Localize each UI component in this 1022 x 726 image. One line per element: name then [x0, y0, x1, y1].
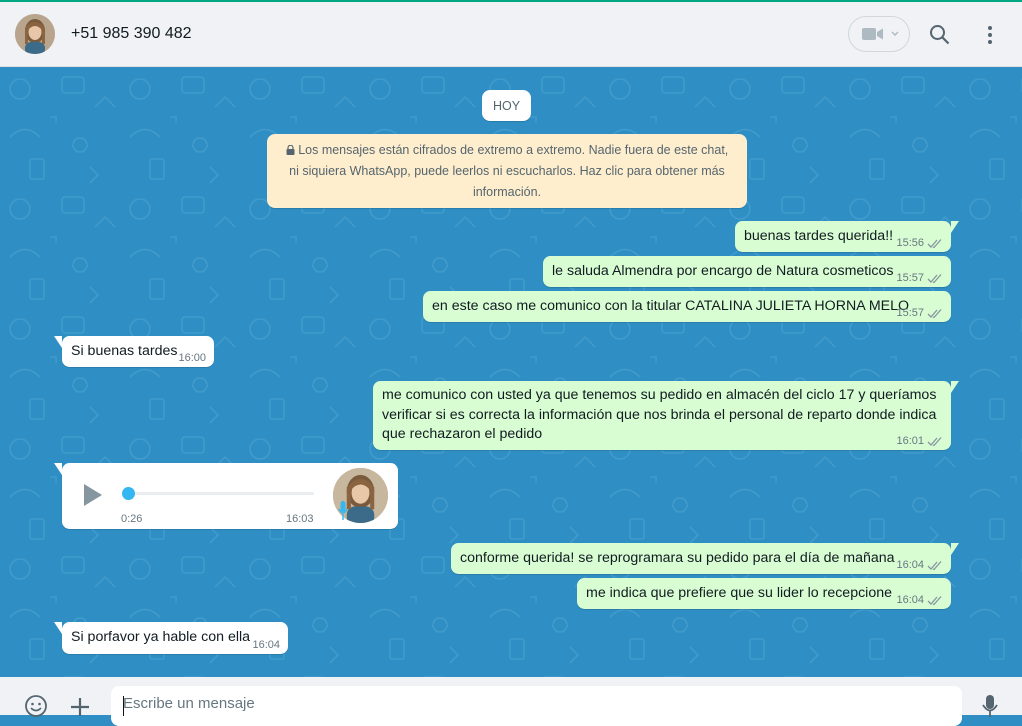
bubble-tail: [951, 543, 959, 555]
composer-bar: [0, 677, 1022, 726]
voice-message[interactable]: 0:26 16:03: [54, 463, 398, 529]
message-meta: 15:57: [896, 307, 943, 319]
message-incoming[interactable]: Si porfavor ya hable con ella 16:04: [54, 622, 288, 654]
message-time: 15:56: [896, 237, 924, 249]
voice-progress-handle[interactable]: [122, 487, 135, 500]
message-time: 16:01: [896, 435, 924, 447]
message-time: 16:04: [896, 594, 924, 606]
video-call-button[interactable]: [848, 16, 910, 52]
bubble-tail: [951, 221, 959, 233]
message-time: 15:57: [896, 272, 924, 284]
message-text: me comunico con usted ya que tenemos su …: [382, 387, 937, 442]
chat-header: +51 985 390 482: [0, 2, 1022, 67]
message-text: conforme querida! se reprogramara su ped…: [460, 550, 895, 566]
lock-icon: [286, 144, 295, 155]
message-incoming[interactable]: Si buenas tardes 16:00: [54, 336, 214, 367]
bubble-tail: [54, 463, 62, 475]
microphone-icon[interactable]: [981, 694, 999, 718]
message-input[interactable]: [123, 695, 923, 712]
message-meta: 16:04: [896, 594, 943, 606]
message-outgoing[interactable]: conforme querida! se reprogramara su ped…: [451, 543, 959, 574]
bubble-tail: [951, 381, 959, 393]
message-time: 16:04: [252, 639, 280, 651]
double-check-icon: [927, 308, 942, 318]
message-time: 16:00: [178, 352, 206, 364]
emoji-icon[interactable]: [24, 694, 48, 718]
menu-dots-icon[interactable]: [986, 25, 994, 45]
voice-duration: 0:26: [121, 513, 143, 525]
message-input-box[interactable]: [111, 686, 962, 726]
play-icon[interactable]: [82, 483, 104, 507]
message-outgoing[interactable]: buenas tardes querida!! 15:56: [735, 221, 959, 252]
message-meta: 16:04: [252, 639, 280, 651]
chevron-down-icon: [891, 31, 899, 36]
message-time: 15:57: [896, 307, 924, 319]
contact-avatar[interactable]: [15, 14, 55, 54]
double-check-icon: [927, 560, 942, 570]
message-outgoing[interactable]: en este caso me comunico con la titular …: [423, 291, 951, 322]
message-outgoing[interactable]: le saluda Almendra por encargo de Natura…: [543, 256, 951, 287]
message-time: 16:04: [896, 559, 924, 571]
search-icon[interactable]: [929, 24, 950, 45]
microphone-badge-icon: [338, 501, 348, 520]
message-text: le saluda Almendra por encargo de Natura…: [552, 263, 894, 279]
double-check-icon: [927, 595, 942, 605]
attach-plus-icon[interactable]: [70, 697, 90, 717]
video-call-icon: [862, 28, 883, 40]
message-outgoing[interactable]: me indica que prefiere que su lider lo r…: [577, 578, 951, 609]
day-separator: HOY: [482, 90, 531, 121]
bubble-tail: [54, 336, 62, 348]
message-text: buenas tardes querida!!: [744, 228, 894, 244]
message-text: Si porfavor ya hable con ella: [71, 629, 251, 645]
message-meta: 16:01: [896, 435, 943, 447]
message-text: Si buenas tardes: [71, 343, 178, 359]
message-meta: 16:00: [178, 352, 206, 364]
message-meta: 16:04: [896, 559, 943, 571]
bubble-tail: [54, 622, 62, 634]
double-check-icon: [927, 436, 942, 446]
contact-name[interactable]: +51 985 390 482: [71, 25, 192, 43]
encryption-notice-text: Los mensajes están cifrados de extremo a…: [289, 143, 729, 199]
message-text: en este caso me comunico con la titular …: [432, 298, 910, 314]
encryption-notice[interactable]: Los mensajes están cifrados de extremo a…: [267, 134, 747, 208]
message-time: 16:03: [286, 513, 314, 525]
message-outgoing[interactable]: me comunico con usted ya que tenemos su …: [373, 381, 959, 450]
double-check-icon: [927, 273, 942, 283]
double-check-icon: [927, 238, 942, 248]
voice-progress-track[interactable]: [128, 492, 314, 495]
message-meta: 15:56: [896, 237, 943, 249]
message-text: me indica que prefiere que su lider lo r…: [586, 585, 893, 601]
message-meta: 15:57: [896, 272, 943, 284]
